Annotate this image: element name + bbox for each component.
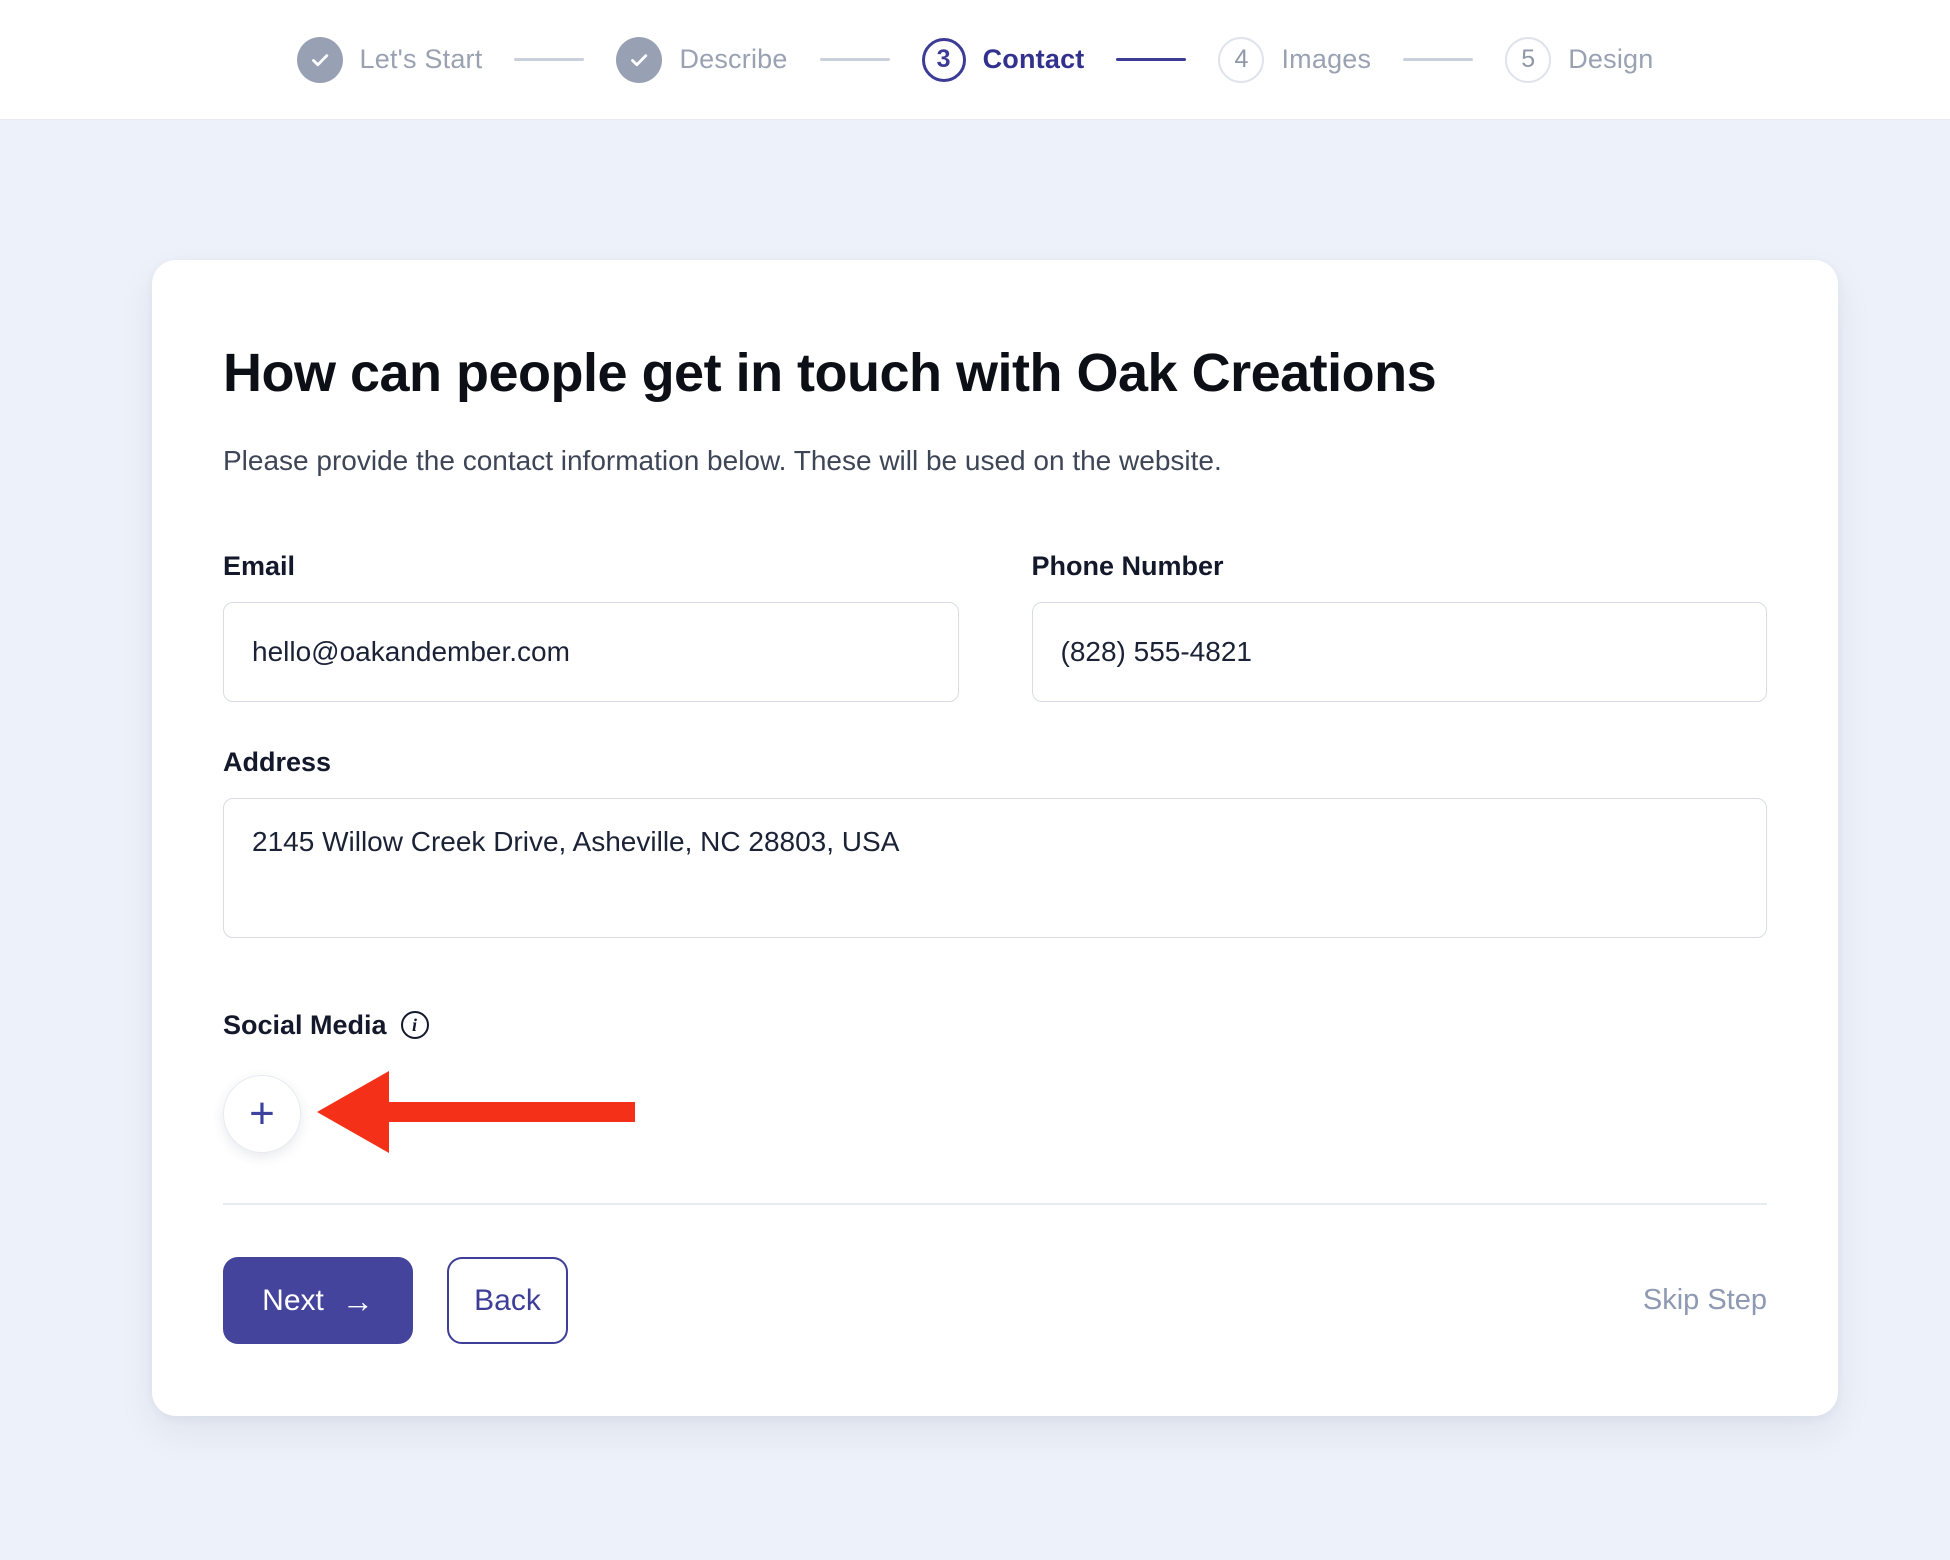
address-input[interactable]: 2145 Willow Creek Drive, Asheville, NC 2… xyxy=(223,798,1767,938)
arrow-right-icon: → xyxy=(342,1285,374,1317)
footer-actions: Next → Back Skip Step xyxy=(223,1257,1767,1344)
contact-step-card: How can people get in touch with Oak Cre… xyxy=(152,260,1838,1416)
step-number-badge: 4 xyxy=(1218,37,1264,83)
phone-input[interactable] xyxy=(1032,602,1768,702)
info-icon[interactable]: i xyxy=(401,1011,429,1039)
annotation-arrow-head xyxy=(317,1071,389,1153)
step-label: Images xyxy=(1281,44,1371,75)
email-label: Email xyxy=(223,550,959,582)
step-design[interactable]: 5 Design xyxy=(1505,37,1653,83)
address-field-block: Address 2145 Willow Creek Drive, Ashevil… xyxy=(223,746,1767,943)
step-label: Describe xyxy=(679,44,787,75)
page-subtitle: Please provide the contact information b… xyxy=(223,443,1767,478)
email-field-block: Email xyxy=(223,550,959,702)
footer-divider xyxy=(223,1203,1767,1205)
back-button[interactable]: Back xyxy=(447,1257,568,1344)
step-label: Contact xyxy=(983,44,1085,75)
step-lets-start[interactable]: Let's Start xyxy=(297,37,483,83)
phone-field-block: Phone Number xyxy=(1032,550,1768,702)
phone-label: Phone Number xyxy=(1032,550,1768,582)
social-media-label: Social Media i xyxy=(223,1009,1767,1041)
skip-step-link[interactable]: Skip Step xyxy=(1643,1284,1767,1317)
plus-icon: + xyxy=(249,1092,275,1136)
social-media-actions: + xyxy=(223,1075,1767,1153)
step-images[interactable]: 4 Images xyxy=(1218,37,1371,83)
next-button-label: Next xyxy=(262,1284,324,1318)
annotation-arrow-shaft xyxy=(387,1102,635,1122)
next-button[interactable]: Next → xyxy=(223,1257,413,1344)
step-label: Design xyxy=(1568,44,1653,75)
wizard-stepper: Let's Start Describe 3 Contact 4 Images … xyxy=(297,37,1654,83)
annotation-arrow-icon xyxy=(317,1071,635,1153)
step-connector xyxy=(514,58,584,61)
wizard-header: Let's Start Describe 3 Contact 4 Images … xyxy=(0,0,1950,120)
step-contact-current[interactable]: 3 Contact xyxy=(922,38,1085,82)
social-media-block: Social Media i + xyxy=(223,1009,1767,1153)
back-button-label: Back xyxy=(474,1284,541,1318)
check-icon xyxy=(297,37,343,83)
page-title: How can people get in touch with Oak Cre… xyxy=(223,340,1767,407)
step-connector xyxy=(820,58,890,61)
step-connector xyxy=(1403,58,1473,61)
step-describe[interactable]: Describe xyxy=(616,37,787,83)
address-label: Address xyxy=(223,746,1767,778)
step-number-badge: 3 xyxy=(922,38,966,82)
email-phone-row: Email Phone Number xyxy=(223,550,1767,702)
step-number-badge: 5 xyxy=(1505,37,1551,83)
social-media-label-text: Social Media xyxy=(223,1009,387,1041)
add-social-media-button[interactable]: + xyxy=(223,1075,301,1153)
email-input[interactable] xyxy=(223,602,959,702)
check-icon xyxy=(616,37,662,83)
step-label: Let's Start xyxy=(360,44,483,75)
step-connector-active xyxy=(1116,58,1186,61)
